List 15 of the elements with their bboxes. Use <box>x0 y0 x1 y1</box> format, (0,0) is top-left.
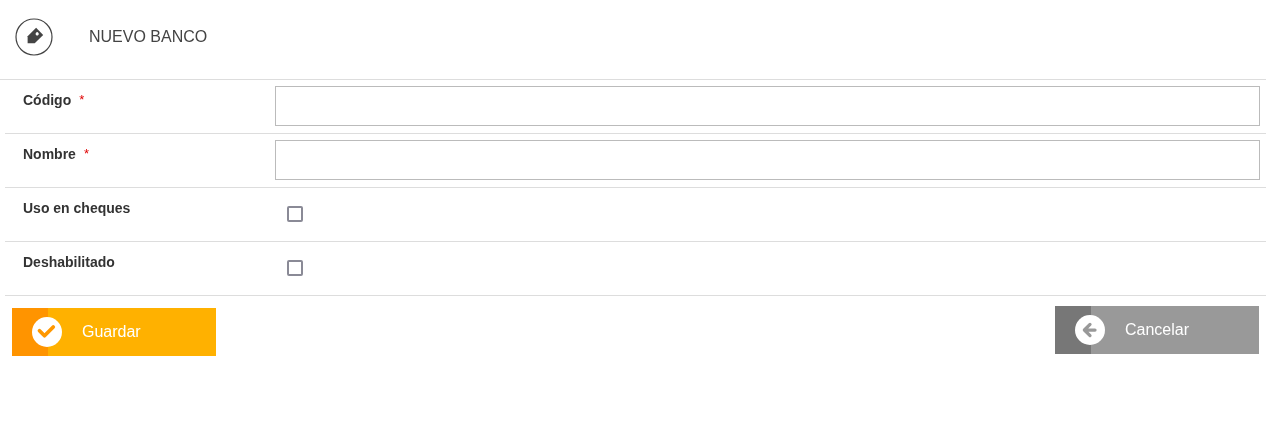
required-mark: * <box>79 91 85 109</box>
required-mark: * <box>83 145 89 163</box>
checkbox[interactable] <box>287 206 303 222</box>
tag-icon <box>15 17 53 56</box>
cancel-button[interactable]: Cancelar <box>1055 306 1259 354</box>
field-label: Nombre <box>23 145 76 164</box>
check-icon <box>32 317 62 347</box>
field-label: Código <box>23 91 72 110</box>
page-title: NUEVO BANCO <box>89 26 208 47</box>
checkbox[interactable] <box>287 260 303 276</box>
text-field[interactable] <box>275 140 1260 180</box>
save-button[interactable]: Guardar <box>12 308 216 356</box>
text-field[interactable] <box>275 86 1260 126</box>
field-label: Uso en cheques <box>23 199 131 218</box>
field-label: Deshabilitado <box>23 253 115 272</box>
